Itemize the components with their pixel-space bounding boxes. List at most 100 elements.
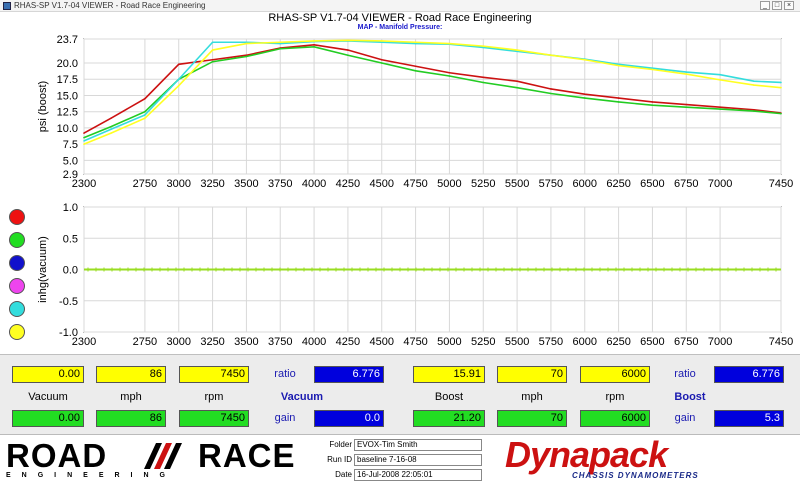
data-point: [279, 41, 282, 44]
data-point: [211, 60, 214, 63]
data-point: [211, 41, 214, 44]
data-point: [448, 75, 451, 77]
data-point: [685, 103, 688, 106]
x-tick-label: 6000: [573, 178, 597, 190]
close-button[interactable]: ×: [784, 1, 794, 10]
data-point: [482, 45, 485, 47]
x-tick-label: 5000: [437, 178, 461, 190]
window-titlebar: RHAS-SP V1.7-04 VIEWER - Road Race Engin…: [0, 0, 800, 12]
data-point: [380, 40, 383, 42]
data-point: [685, 73, 688, 75]
y-tick-label: 7.5: [63, 139, 78, 151]
x-tick-label: 5250: [471, 336, 495, 348]
data-point: [516, 86, 518, 89]
mph-label-left: mph: [120, 391, 142, 403]
maximize-button[interactable]: □: [772, 1, 782, 10]
rpm-label-left: rpm: [204, 391, 224, 403]
x-tick-label: 3750: [268, 336, 292, 348]
data-point: [347, 54, 349, 57]
data-point: [380, 62, 383, 64]
y-tick-label: 0.0: [63, 265, 78, 277]
data-point: [144, 114, 146, 116]
vacuum-readout-bottom: 0.00: [12, 410, 84, 427]
dynapack-subtitle: CHASSIS DYNAMOMETERS: [572, 471, 699, 480]
data-point: [83, 143, 85, 145]
legend-dot-green[interactable]: [9, 232, 25, 248]
legend-dot-cyan[interactable]: [9, 301, 25, 317]
data-point: [313, 45, 315, 48]
logo-subtitle: ENGINEERING: [6, 472, 177, 479]
folder-field[interactable]: EVOX-Tim Smith: [354, 439, 482, 451]
data-point: [516, 80, 518, 82]
x-tick-label: 3000: [166, 336, 190, 348]
data-point: [177, 84, 180, 87]
data-point: [110, 132, 112, 134]
logo-slashes-icon: [144, 443, 182, 469]
rpm-label-right: rpm: [605, 391, 625, 403]
window-title: RHAS-SP V1.7-04 VIEWER - Road Race Engin…: [14, 1, 206, 10]
ratio-label-left: ratio: [274, 368, 296, 380]
legend-dot-red[interactable]: [9, 209, 25, 225]
boost-readout-bottom: 21.20: [413, 410, 485, 427]
readout-panel: 0.00 86 7450 ratio 6.776 Vacuum mph rpm …: [0, 354, 800, 434]
data-point: [414, 41, 417, 44]
data-point: [685, 71, 688, 73]
data-point: [380, 58, 383, 61]
logo-race: RACE: [198, 437, 296, 474]
data-point: [347, 39, 349, 42]
data-point: [482, 76, 485, 79]
y-tick-label: 23.7: [57, 34, 78, 46]
x-tick-label: 6250: [606, 336, 630, 348]
x-tick-label: 6000: [573, 336, 597, 348]
legend-dot-yellow[interactable]: [9, 324, 25, 340]
ratio-value-left: 6.776: [314, 366, 384, 383]
data-point: [617, 97, 620, 99]
x-tick-label: 2750: [133, 178, 157, 190]
mph-readout-top-right: 70: [497, 366, 567, 383]
x-tick-label: 5250: [471, 178, 495, 190]
folder-label: Folder: [329, 440, 352, 449]
runid-field[interactable]: baseline 7-16-08: [354, 454, 482, 466]
ratio-value-right: 6.776: [714, 366, 784, 383]
y-tick-label: 20.0: [57, 58, 78, 70]
x-tick-label: 6500: [640, 178, 664, 190]
x-tick-label: 4500: [370, 178, 394, 190]
viewer-window: RHAS-SP V1.7-04 VIEWER - Road Race Engin…: [0, 0, 800, 483]
rpm-readout-top-left: 7450: [179, 366, 249, 383]
data-point: [448, 42, 451, 45]
x-tick-label: 3250: [200, 336, 224, 348]
x-tick-label: 5750: [539, 336, 563, 348]
mph-label-right: mph: [521, 391, 543, 403]
rpm-readout-bottom-right: 6000: [580, 410, 650, 427]
legend-dot-magenta[interactable]: [9, 278, 25, 294]
x-tick-label: 7000: [708, 336, 732, 348]
x-tick-label: 6750: [674, 178, 698, 190]
x-tick-label: 6750: [674, 336, 698, 348]
minimize-button[interactable]: _: [760, 1, 770, 10]
data-point: [347, 49, 349, 51]
y-axis-label: psi (boost): [37, 81, 49, 132]
data-point: [780, 81, 782, 84]
data-point: [110, 125, 112, 128]
charts-svg: 2300 2750 3000 3250 3500 3750 4000 4250 4500 4750…: [37, 34, 793, 348]
data-point: [651, 101, 654, 103]
data-point: [617, 101, 620, 103]
mph-readout-bottom-left: 86: [96, 410, 166, 427]
x-tick-label: 4750: [403, 178, 427, 190]
data-point: [313, 40, 315, 42]
data-point: [550, 92, 552, 95]
x-tick-label: 6500: [640, 336, 664, 348]
vacuum-section-label: Vacuum: [280, 391, 324, 403]
x-tick-label: 2750: [133, 336, 157, 348]
charts-area: 2300 2750 3000 3250 3500 3750 4000 4250 4500 4750…: [0, 12, 800, 354]
vacuum-label: Vacuum: [28, 391, 68, 403]
x-tick-label: 5000: [437, 336, 461, 348]
x-tick-label: 7000: [708, 178, 732, 190]
x-tick-label: 5500: [505, 336, 529, 348]
data-point: [550, 88, 552, 90]
app-icon: [3, 2, 11, 10]
data-point: [177, 78, 180, 81]
legend-dot-blue[interactable]: [9, 255, 25, 271]
date-field[interactable]: 16-Jul-2008 22:05:01: [354, 469, 482, 481]
data-point: [780, 86, 782, 89]
